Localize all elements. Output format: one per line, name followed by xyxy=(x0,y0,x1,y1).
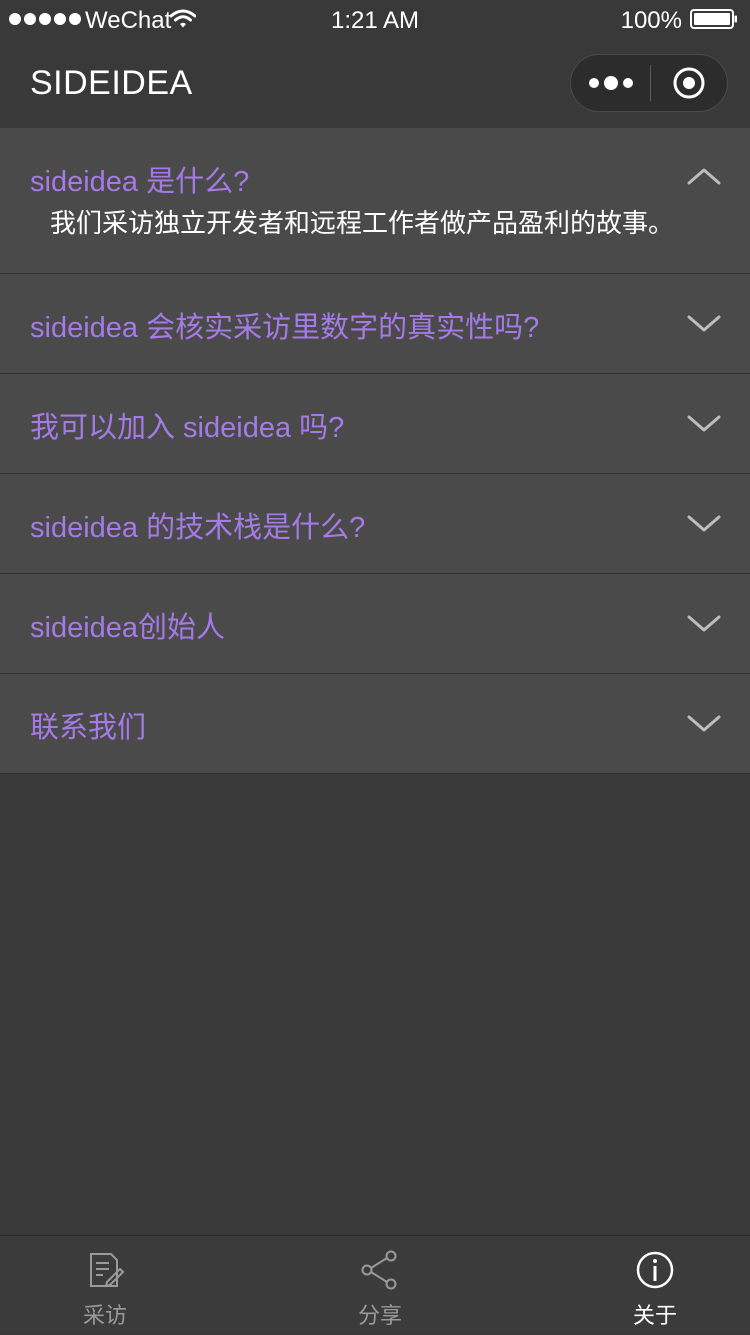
edit-document-icon xyxy=(90,1253,125,1288)
faq-item: sideidea 会核实采访里数字的真实性吗? xyxy=(0,274,750,374)
mini-program-capsule xyxy=(570,54,728,112)
faq-question-row[interactable]: sideidea 会核实采访里数字的真实性吗? xyxy=(0,274,750,373)
tab-bar: 采访 分享 关于 xyxy=(0,1235,750,1334)
faq-question: 联系我们 xyxy=(30,712,147,744)
target-close-icon xyxy=(673,67,705,99)
status-bar: WeChat 1:21 AM 100% xyxy=(0,0,750,40)
chevron-down-icon xyxy=(687,615,721,632)
faq-item: sideidea 的技术栈是什么? xyxy=(0,474,750,574)
chevron-down-icon xyxy=(687,515,721,532)
tab-label: 分享 xyxy=(357,1303,402,1328)
faq-question: sideidea 的技术栈是什么? xyxy=(30,512,366,544)
faq-question-row[interactable]: sideidea 的技术栈是什么? xyxy=(0,474,750,573)
faq-question: sideidea 是什么? xyxy=(30,166,250,198)
faq-question-row[interactable]: 我可以加入 sideidea 吗? xyxy=(0,374,750,473)
faq-question: 我可以加入 sideidea 吗? xyxy=(30,412,345,444)
page-title: SIDEIDEA xyxy=(30,64,193,102)
info-icon xyxy=(636,1251,674,1289)
faq-item: sideidea 是什么? 我们采访独立开发者和远程工作者做产品盈利的故事。 xyxy=(0,128,750,274)
battery-icon xyxy=(690,9,737,29)
faq-question: sideidea创始人 xyxy=(30,612,226,644)
more-dot-icon xyxy=(603,76,618,90)
chevron-up-icon xyxy=(687,168,721,185)
faq-question-row[interactable]: sideidea创始人 xyxy=(0,574,750,673)
chevron-down-icon xyxy=(687,315,721,332)
chevron-down-icon xyxy=(687,415,721,432)
close-mini-program-button[interactable] xyxy=(651,55,727,111)
tab-label: 采访 xyxy=(82,1303,127,1328)
faq-item: 我可以加入 sideidea 吗? xyxy=(0,374,750,474)
faq-item: sideidea创始人 xyxy=(0,574,750,674)
tab-label: 关于 xyxy=(632,1303,677,1328)
tab-interviews[interactable]: 采访 xyxy=(30,1236,180,1335)
chevron-down-icon xyxy=(687,715,721,732)
navigation-bar: SIDEIDEA xyxy=(0,40,750,128)
share-icon xyxy=(361,1250,397,1290)
more-button[interactable] xyxy=(571,55,650,111)
faq-question: sideidea 会核实采访里数字的真实性吗? xyxy=(30,312,540,344)
faq-question-row[interactable]: 联系我们 xyxy=(0,674,750,773)
tab-share[interactable]: 分享 xyxy=(305,1236,455,1335)
tab-about[interactable]: 关于 xyxy=(580,1236,730,1335)
faq-list: sideidea 是什么? 我们采访独立开发者和远程工作者做产品盈利的故事。 s… xyxy=(0,128,750,774)
faq-question-row[interactable]: sideidea 是什么? xyxy=(0,128,750,228)
faq-item: 联系我们 xyxy=(0,674,750,774)
battery-percent: 100% xyxy=(620,7,682,34)
more-dot-icon xyxy=(622,78,633,88)
more-dot-icon xyxy=(588,78,599,88)
